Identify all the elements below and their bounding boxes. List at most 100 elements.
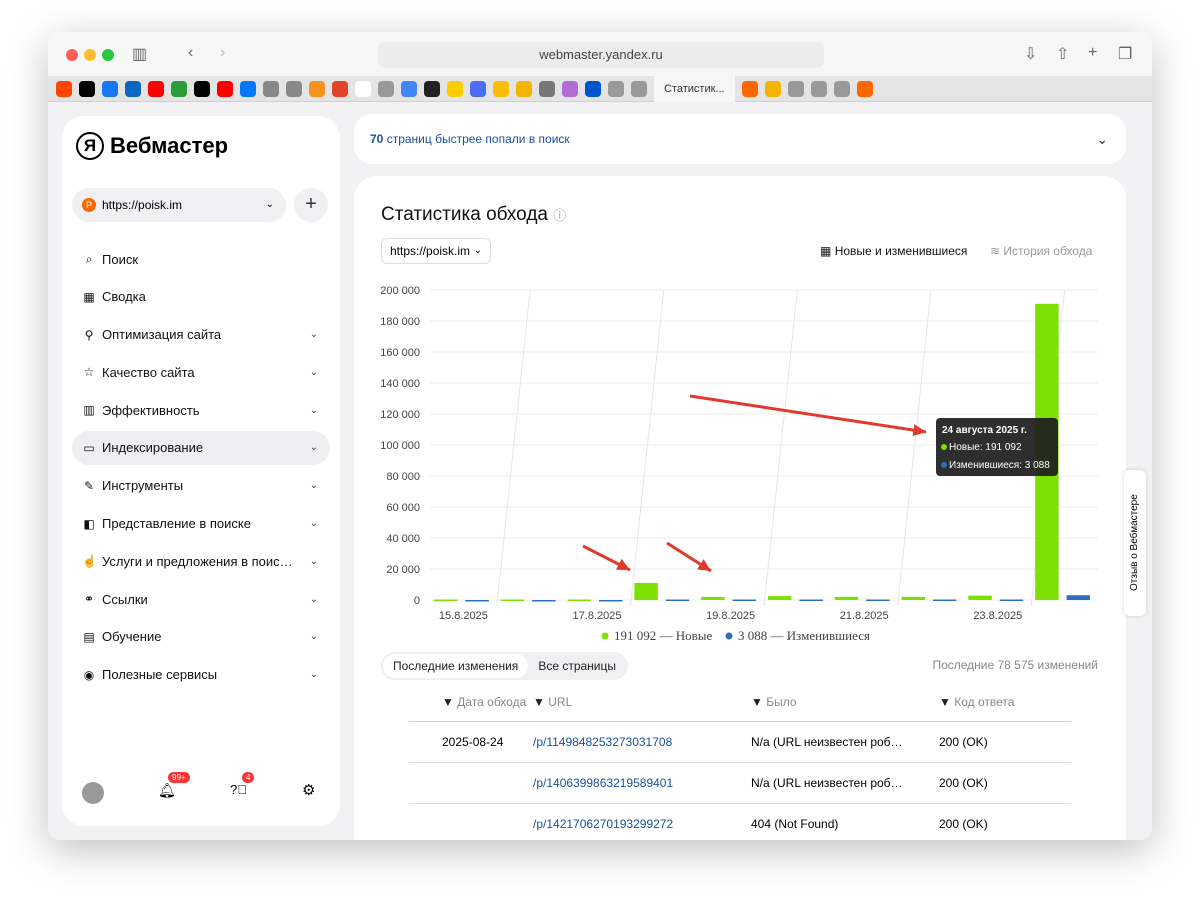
url-link[interactable]: /p/1149848253273031708 [533, 735, 751, 749]
x-favicon-icon[interactable] [355, 80, 371, 97]
site-selector[interactable]: Phttps://poisk.im ⌄ [72, 188, 286, 222]
bar-Изменившиеся [465, 600, 489, 602]
filter-icon[interactable]: ▼ [533, 695, 545, 709]
chevron-down-icon[interactable]: ⌄ [1096, 114, 1108, 164]
back-icon[interactable]: ‹ [188, 44, 193, 62]
g-favicon-icon[interactable] [631, 80, 647, 97]
chart-line-icon: ≋ [990, 244, 1001, 258]
bell-icon[interactable]: 🔔︎ [158, 782, 176, 799]
tooltip-changed: Изменившиеся: 3 088 [949, 460, 1050, 471]
sidebar-item-0[interactable]: ⌕ Поиск [72, 242, 330, 276]
share-icon[interactable]: ⇧ [1056, 44, 1069, 64]
x-favicon-icon[interactable] [194, 80, 210, 97]
tab-all-pages[interactable]: Все страницы [528, 654, 626, 678]
avatar[interactable] [82, 782, 104, 804]
sidebar-item-2[interactable]: ⚲ Оптимизация сайта ⌄ [72, 318, 330, 352]
sidebar-item-8[interactable]: ☝ Услуги и предложения в поис… ⌄ [72, 544, 330, 578]
active-tab[interactable]: Статистик... [654, 75, 735, 102]
vcru-favicon-icon[interactable] [539, 80, 555, 97]
info-icon[interactable]: ⓘ [553, 208, 566, 223]
new-tab-icon[interactable]: + [1088, 44, 1097, 62]
nav-icon: ☝ [82, 554, 97, 569]
sidebar-item-7[interactable]: ◧ Представление в поиске ⌄ [72, 507, 330, 541]
gemini-favicon-icon[interactable] [401, 80, 417, 97]
linkedin-favicon-icon[interactable] [125, 80, 141, 97]
logo[interactable]: Я Вебмастер [76, 132, 228, 160]
filter-icon[interactable]: ▼ [939, 695, 951, 709]
reddit-favicon-icon[interactable] [56, 80, 72, 97]
view-new-changed-button[interactable]: ▦ Новые и изменившиеся [820, 244, 967, 258]
analytics-favicon-icon[interactable] [516, 80, 532, 97]
p-favicon-icon[interactable] [856, 80, 873, 97]
add-site-button[interactable]: + [294, 188, 328, 222]
help-icon[interactable]: ?⃝ [230, 782, 247, 797]
sidebar-item-10[interactable]: ▤ Обучение ⌄ [72, 620, 330, 654]
feedback-tab[interactable]: Отзыв о Вебмастере [1124, 470, 1146, 616]
g-favicon-icon[interactable] [787, 80, 804, 97]
column-header[interactable]: ▼ Дата обхода [409, 695, 533, 709]
url-link[interactable]: /p/1406399863219589401 [533, 776, 751, 790]
b-favicon-icon[interactable] [833, 80, 850, 97]
close-button[interactable] [66, 49, 78, 61]
c-favicon-icon[interactable] [470, 80, 486, 97]
crawl-chart: 0 20 000 40 000 60 000 80 000 100 000 120 000 1… [380, 285, 1098, 643]
tabs-overview-icon[interactable]: ❐ [1118, 44, 1132, 64]
legend-new: 191 092 — Новые [614, 628, 713, 643]
sidebar-item-9[interactable]: ⚭ Ссылки ⌄ [72, 582, 330, 616]
column-header[interactable]: ▼ URL [533, 695, 751, 709]
nav-icon: ▤ [83, 629, 95, 644]
gear-icon[interactable]: ⚙ [302, 781, 315, 799]
address-bar[interactable]: webmaster.yandex.ru [378, 42, 824, 68]
sidebar-item-3[interactable]: ☆ Качество сайта ⌄ [72, 355, 330, 389]
filter-icon[interactable]: ▼ [442, 695, 454, 709]
minimize-button[interactable] [84, 49, 96, 61]
safari-favicon-icon[interactable] [286, 80, 302, 97]
filter-icon[interactable]: ▼ [751, 695, 763, 709]
analytics-favicon-icon[interactable] [764, 80, 781, 97]
one-favicon-icon[interactable] [493, 80, 509, 97]
sidebar-item-5[interactable]: ▭ Индексирование ⌄ [72, 430, 330, 465]
dots-favicon-icon[interactable] [378, 80, 394, 97]
youtube-favicon-icon[interactable] [148, 80, 164, 97]
sidebar-icon[interactable]: ▥ [132, 44, 147, 64]
sidebar-item-1[interactable]: ▦ Сводка [72, 280, 330, 314]
plus-favicon-icon[interactable] [171, 80, 187, 97]
youtube-favicon-icon[interactable] [217, 80, 233, 97]
forward-icon[interactable]: › [220, 44, 225, 62]
chevron-down-icon: ⌄ [309, 404, 318, 416]
column-header[interactable]: ▼ Было [751, 695, 939, 709]
promo-banner[interactable]: 70 страниц быстрее попали в поиск ⌄ [354, 114, 1126, 164]
x-tick-label: 17.8.2025 [573, 610, 622, 622]
chevron-down-icon: ⌄ [309, 593, 318, 605]
circle-favicon-icon[interactable] [585, 80, 601, 97]
g-favicon-icon[interactable] [608, 80, 624, 97]
bar-Новые [901, 596, 925, 600]
vk-favicon-icon[interactable] [240, 80, 256, 97]
sidebar-item-11[interactable]: ◉ Полезные сервисы ⌄ [72, 658, 330, 692]
site-filter-select[interactable]: https://poisk.im ⌄ [381, 238, 491, 264]
column-header[interactable]: ▼ Код ответа [939, 695, 1071, 709]
i-favicon-icon[interactable] [810, 80, 827, 97]
download-icon[interactable]: ⇩ [1024, 44, 1037, 64]
table-row: 2025-08-24/p/1149848253273031708 N/a (URL… [409, 722, 1071, 763]
sidebar-item-6[interactable]: ✎ Инструменты ⌄ [72, 469, 330, 503]
perplexity-favicon-icon[interactable] [263, 80, 279, 97]
bar-Изменившиеся [866, 599, 890, 602]
chevron-down-icon: ⌄ [309, 669, 318, 681]
ok-favicon-icon[interactable] [309, 80, 325, 97]
zoom-button[interactable] [102, 49, 114, 61]
gitlab-favicon-icon[interactable] [332, 80, 348, 97]
facebook-favicon-icon[interactable] [102, 80, 118, 97]
smile-favicon-icon[interactable] [447, 80, 463, 97]
bar-Новые [701, 596, 725, 600]
legend-dot [725, 632, 733, 640]
sidebar-item-4[interactable]: ▥ Эффективность ⌄ [72, 393, 330, 427]
threads-favicon-icon[interactable] [79, 80, 95, 97]
podcasts-favicon-icon[interactable] [562, 80, 578, 97]
p-favicon-icon[interactable] [741, 80, 758, 97]
url-link[interactable]: /p/1421706270193299272 [533, 817, 751, 831]
dark-favicon-icon[interactable] [424, 80, 440, 97]
bar-Изменившиеся [933, 599, 957, 602]
view-history-button[interactable]: ≋ История обхода [990, 244, 1092, 258]
tab-recent-changes[interactable]: Последние изменения [383, 654, 529, 678]
